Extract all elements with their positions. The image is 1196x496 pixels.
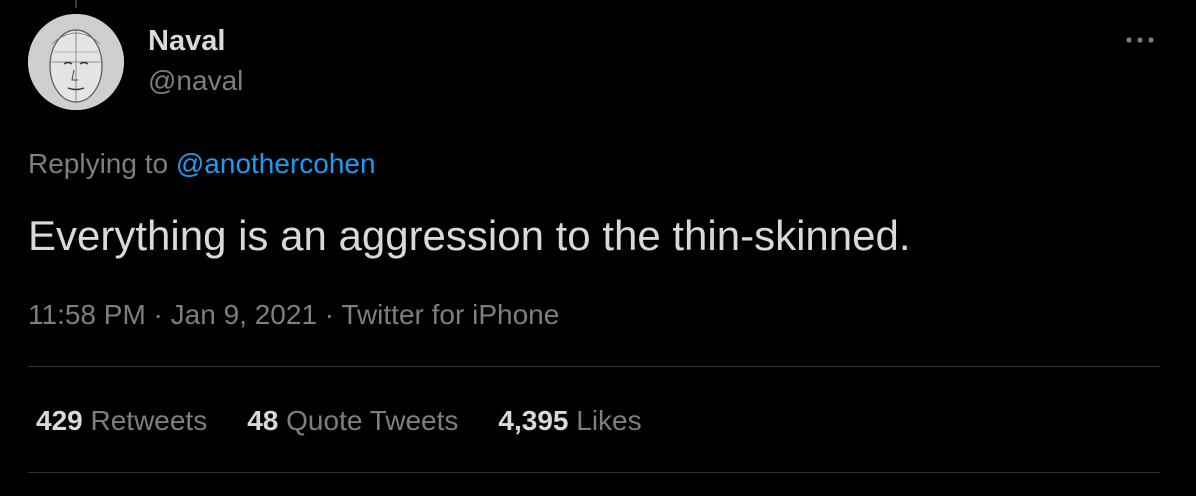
tweet-time[interactable]: 11:58 PM	[28, 299, 146, 330]
likes-label: Likes	[568, 405, 642, 436]
replying-to-line: Replying to @anothercohen	[28, 146, 376, 182]
author-handle[interactable]: @naval	[148, 64, 243, 98]
tweet-date[interactable]: Jan 9, 2021	[171, 299, 317, 330]
thread-connector-line	[75, 0, 77, 8]
tweet-meta: 11:58 PM · Jan 9, 2021 · Twitter for iPh…	[28, 297, 559, 333]
meta-separator: ·	[145, 299, 171, 330]
tweet-text: Everything is an aggression to the thin-…	[28, 212, 911, 259]
more-options-button[interactable]	[1120, 22, 1160, 58]
avatar-sketch-image	[28, 14, 124, 110]
replying-to-label: Replying to	[28, 148, 176, 179]
retweets-label: Retweets	[82, 405, 208, 436]
more-horizontal-icon	[1126, 37, 1154, 43]
tweet-stats: 429 Retweets 48 Quote Tweets 4,395 Likes	[36, 403, 682, 439]
divider-top	[28, 366, 1160, 367]
meta-separator: ·	[317, 299, 342, 330]
retweets-stat[interactable]: 429 Retweets	[36, 403, 207, 439]
retweets-count: 429	[36, 405, 83, 436]
quote-tweets-stat[interactable]: 48 Quote Tweets	[247, 403, 458, 439]
quote-tweets-count: 48	[247, 405, 279, 436]
quote-tweets-label: Quote Tweets	[278, 405, 459, 436]
divider-bottom	[28, 472, 1160, 473]
tweet-source[interactable]: Twitter for iPhone	[341, 299, 559, 330]
likes-stat[interactable]: 4,395 Likes	[498, 403, 641, 439]
author-display-name[interactable]: Naval	[148, 24, 225, 58]
likes-count: 4,395	[498, 405, 569, 436]
reply-mention-link[interactable]: @anothercohen	[176, 148, 376, 179]
avatar[interactable]	[28, 14, 124, 110]
